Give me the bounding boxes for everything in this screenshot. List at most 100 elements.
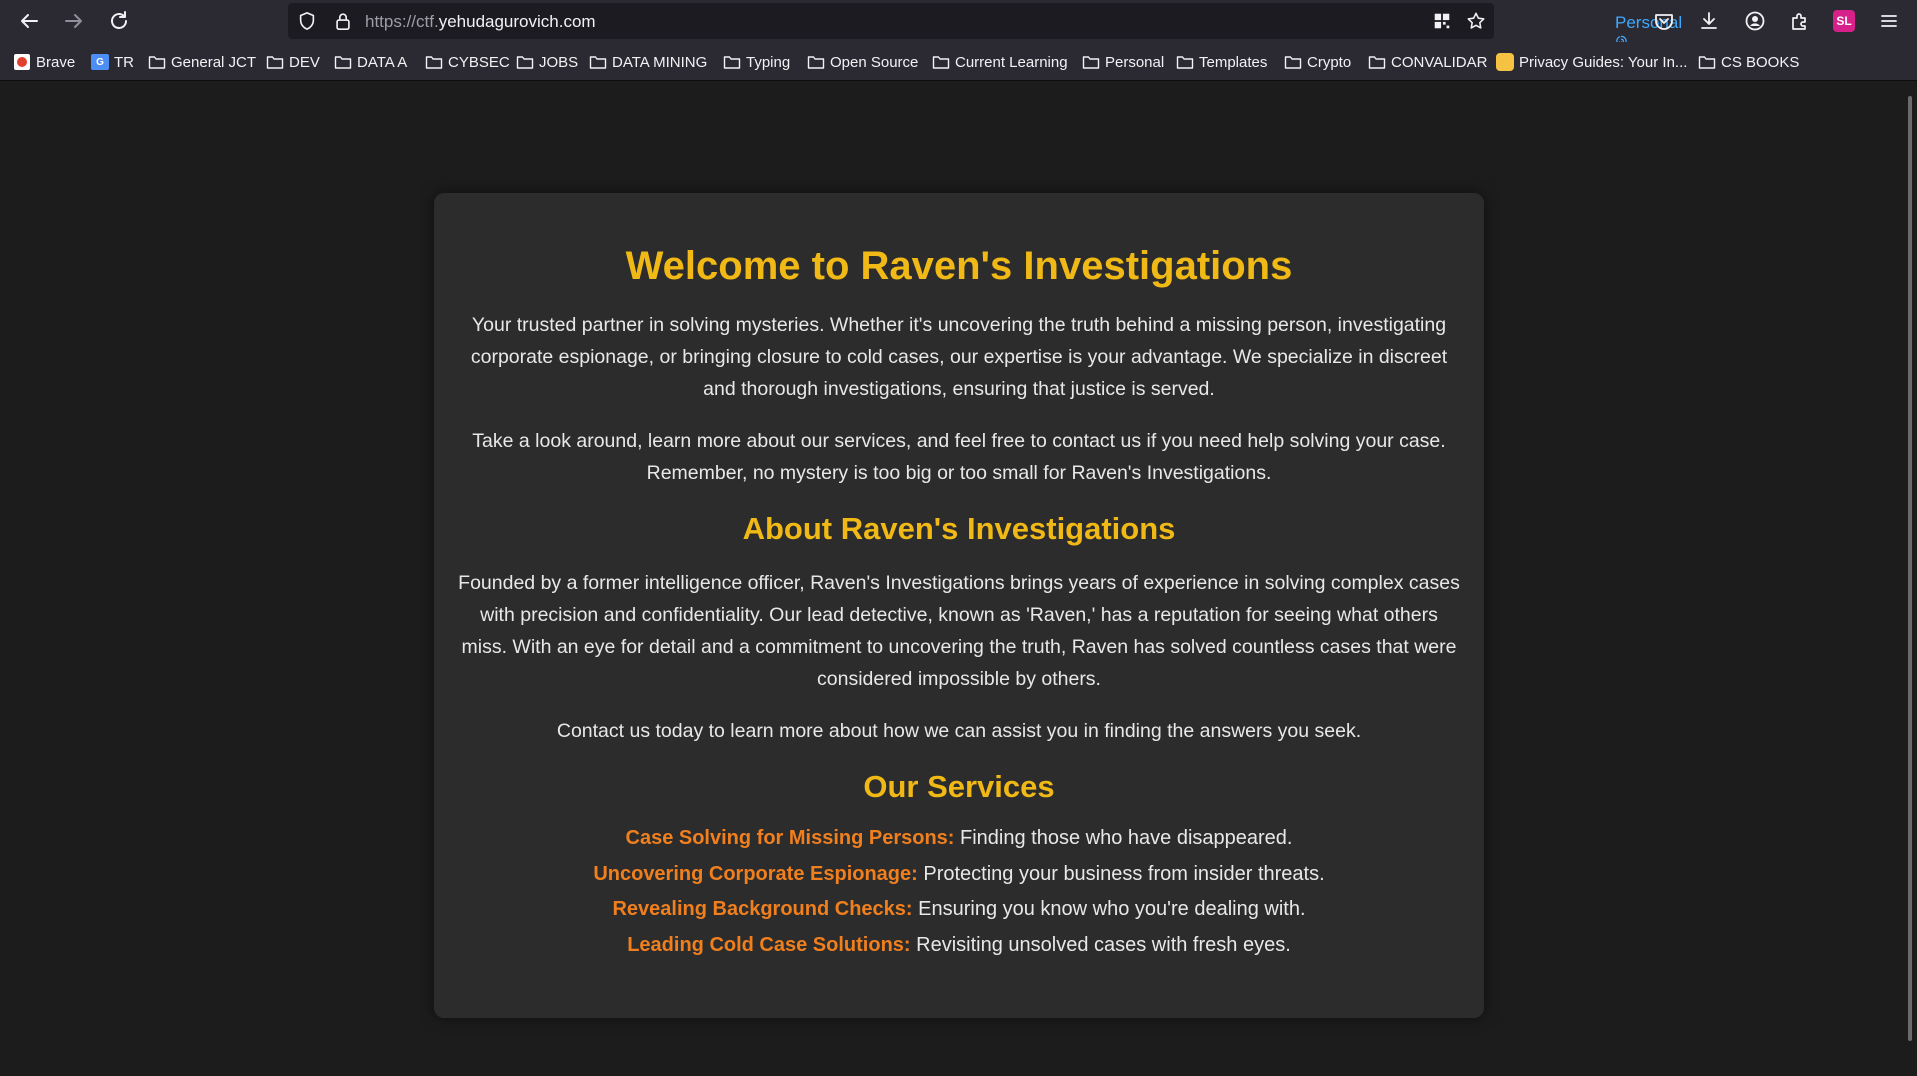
content-card: Welcome to Raven's Investigations Your t… [434,193,1484,1018]
bookmark-folder-personal[interactable]: Personal [1082,52,1164,72]
folder-icon [1284,53,1302,71]
bookmark-folder-convalidar[interactable]: CONVALIDAR [1368,52,1487,72]
forward-arrow-icon [65,14,82,28]
reload-icon [111,11,127,29]
url-domain: yehudagurovich.com [438,12,596,31]
profile-avatar: SL [1833,10,1855,32]
scrollbar-thumb[interactable] [1908,96,1912,1041]
bookmark-label: Templates [1199,53,1268,71]
bookmark-label: CS BOOKS [1721,53,1800,71]
bookmark-folder-open-source[interactable]: Open Source [807,52,918,72]
folder-icon [334,53,352,71]
services-list: Case Solving for Missing Persons: Findin… [458,821,1460,963]
folder-icon [807,53,825,71]
bookmark-label: DATA MINING [612,53,708,71]
contact-paragraph: Contact us today to learn more about how… [556,720,1362,742]
bookmark-label: Privacy Guides: Your In... [1519,53,1688,71]
qr-code-icon[interactable] [1431,10,1453,32]
brave-favicon-icon [13,53,31,71]
folder-icon [932,53,950,71]
bookmark-label: Current Learning [955,53,1068,71]
bookmark-label: CONVALIDAR [1391,53,1488,71]
url-text[interactable]: https://ctf.yehudagurovich.com [365,12,596,32]
bookmark-folder-dev[interactable]: DEV [266,52,320,72]
menu-button[interactable] [1874,6,1904,36]
bookmark-folder-cs-books[interactable]: CS BOOKS [1698,52,1799,72]
bookmark-label: Personal [1105,53,1165,71]
reload-button[interactable] [104,6,134,36]
bookmark-folder-general-jct[interactable]: General JCT [148,52,256,72]
bookmark-label: DATA A [357,53,408,71]
bookmark-folder-jobs[interactable]: JOBS [516,52,578,72]
service-name: Revealing Background Checks: [612,898,913,920]
service-item: Case Solving for Missing Persons: Findin… [458,821,1460,857]
service-name: Leading Cold Case Solutions: [627,933,911,956]
bookmark-label: Open Source [830,53,919,71]
folder-icon [723,53,741,71]
services-heading: Our Services [863,769,1055,804]
back-arrow-icon [21,14,38,28]
folder-icon [266,53,284,71]
browser-toolbar: https://ctf.yehudagurovich.com Personal … [0,0,1917,50]
bookmark-privacy-guides[interactable]: Privacy Guides: Your In... [1496,52,1687,72]
bookmark-folder-current-learning[interactable]: Current Learning [932,52,1068,72]
bookmark-label: Brave [36,53,76,71]
lock-icon[interactable] [332,10,354,32]
bookmark-star-icon[interactable] [1465,10,1487,32]
bookmark-folder-data-mining[interactable]: DATA MINING [589,52,707,72]
translate-favicon-icon: G [91,53,109,71]
service-description: Revisiting unsolved cases with fresh eye… [910,933,1291,956]
bookmark-label: TR [114,53,134,71]
pocket-button[interactable] [1649,6,1679,36]
folder-icon [1176,53,1194,71]
service-description: Finding those who have disappeared. [954,827,1293,849]
page-scrollbar[interactable] [1905,82,1917,1076]
bookmark-label: DEV [289,53,320,71]
bookmark-folder-crypto[interactable]: Crypto [1284,52,1351,72]
pocket-icon [1655,14,1673,30]
folder-icon [1368,53,1386,71]
hamburger-menu-icon [1881,15,1897,27]
folder-icon [148,53,166,71]
bookmarks-toolbar: Brave G TR General JCT DEV DATA A CYBSEC… [0,42,1917,81]
forward-button[interactable] [59,6,89,36]
address-bar[interactable]: https://ctf.yehudagurovich.com Personal [288,3,1682,50]
bookmark-label: General JCT [171,53,257,71]
service-description: Ensuring you know who you're dealing wit… [912,898,1306,920]
bookmark-label: Crypto [1307,53,1352,71]
downloads-button[interactable] [1694,6,1724,36]
about-paragraph: Founded by a former intelligence officer… [458,572,1460,690]
intro-paragraph-1: Your trusted partner in solving mysterie… [470,314,1448,400]
service-item: Leading Cold Case Solutions: Revisiting … [458,928,1460,964]
folder-icon [589,53,607,71]
service-name: Uncovering Corporate Espionage: [593,862,918,885]
bookmark-folder-templates[interactable]: Templates [1176,52,1267,72]
bookmark-folder-cybsec[interactable]: CYBSEC [425,52,510,72]
bookmark-label: Typing [746,53,791,71]
folder-icon [1082,53,1100,71]
back-button[interactable] [14,6,44,36]
service-item: Revealing Background Checks: Ensuring yo… [458,892,1460,928]
page-title: Welcome to Raven's Investigations [625,244,1293,288]
folder-icon [425,53,443,71]
bookmark-folder-data-a[interactable]: DATA A [334,52,407,72]
service-name: Case Solving for Missing Persons: [625,827,955,849]
bookmark-label: CYBSEC [448,53,510,71]
folder-icon [1698,53,1716,71]
privacy-guides-favicon-icon [1496,53,1514,71]
service-item: Uncovering Corporate Espionage: Protecti… [458,857,1460,893]
extensions-button[interactable] [1785,6,1815,36]
bookmark-folder-typing[interactable]: Typing [723,52,790,72]
puzzle-icon [1792,13,1806,30]
intro-paragraph-2: Take a look around, learn more about our… [472,430,1446,484]
tracking-protection-shield-icon[interactable] [296,10,318,32]
bookmark-label: JOBS [539,53,579,71]
bookmark-tr[interactable]: G TR [91,52,134,72]
url-prefix: https://ctf. [365,12,439,31]
profile-extension-button[interactable]: SL [1829,6,1859,36]
service-description: Protecting your business from insider th… [917,862,1325,885]
account-button[interactable] [1740,6,1770,36]
about-heading: About Raven's Investigations [742,511,1176,546]
download-icon [1701,12,1717,29]
bookmark-brave[interactable]: Brave [13,52,75,72]
